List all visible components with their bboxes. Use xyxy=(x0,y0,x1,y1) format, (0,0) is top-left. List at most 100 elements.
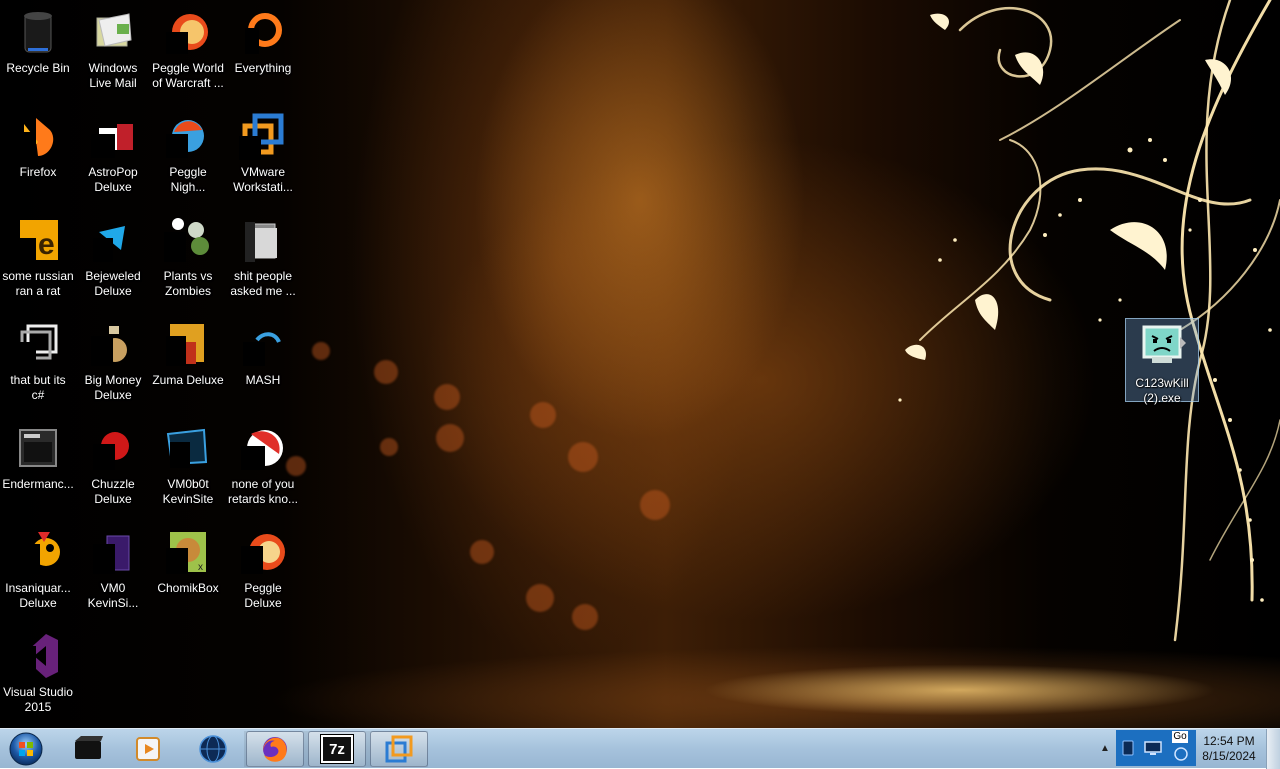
desktop-icon-label: shit people asked me ... xyxy=(230,269,296,298)
endermanch-icon xyxy=(14,424,62,472)
text-file-icon: e xyxy=(14,216,62,264)
desktop-icon-label: Peggle World of Warcraft ... xyxy=(152,61,224,90)
desktop-icon-label: Peggle Deluxe xyxy=(244,581,282,610)
desktop-icon[interactable]: AstroPop Deluxe xyxy=(75,108,151,208)
windows-live-mail-icon xyxy=(89,8,137,56)
desktop-icon-label: Endermanc... xyxy=(2,477,74,491)
desktop-icon[interactable]: e some russian ran a rat xyxy=(0,212,76,312)
desktop-icon[interactable]: that but its c# xyxy=(0,316,76,416)
taskbar: 7z ▲ Go 12:54 PM 8/15/2024 xyxy=(0,728,1280,769)
desktop-icon[interactable]: Plants vs Zombies xyxy=(150,212,226,312)
zuma-icon xyxy=(164,320,212,368)
desktop-icon-label: Windows Live Mail xyxy=(88,61,138,90)
desktop-icon-label: VM0 KevinSi... xyxy=(87,581,139,610)
show-desktop-button[interactable] xyxy=(1266,729,1280,769)
desktop-icon-label: Bejeweled Deluxe xyxy=(85,269,141,298)
desktop-icon[interactable]: VM0b0t KevinSite xyxy=(150,420,226,520)
app-icon xyxy=(239,424,287,472)
clock-date: 8/15/2024 xyxy=(1202,749,1256,763)
vmware-icon xyxy=(239,112,287,160)
firefox-icon xyxy=(14,112,62,160)
desktop-icon[interactable]: Insaniquar... Deluxe xyxy=(0,524,76,624)
google-label: Go xyxy=(1172,731,1188,743)
google-tray-item[interactable]: Go xyxy=(1170,730,1192,766)
desktop-icon[interactable]: VM0 KevinSi... xyxy=(75,524,151,624)
desktop-icon-label: MASH xyxy=(245,373,281,387)
desktop-icon-label: Firefox xyxy=(19,165,57,179)
desktop-icon[interactable]: Endermanc... xyxy=(0,420,76,520)
desktop-icon[interactable]: Windows Live Mail xyxy=(75,4,151,104)
network-drive-icon[interactable] xyxy=(1120,739,1136,757)
globe-icon xyxy=(199,735,227,763)
firefox-icon xyxy=(263,737,287,762)
desktop-icon-label: none of you retards kno... xyxy=(227,477,299,506)
desktop-icon[interactable]: shit people asked me ... xyxy=(225,212,301,312)
vm-icon xyxy=(89,528,137,576)
taskbar-button-globe[interactable] xyxy=(184,731,242,767)
clock-time: 12:54 PM xyxy=(1203,734,1255,748)
insaniquarium-icon xyxy=(14,528,62,576)
chevron-up-icon: ▲ xyxy=(1100,742,1110,754)
desktop-icon[interactable]: MASH xyxy=(225,316,301,416)
clock[interactable]: 12:54 PM 8/15/2024 xyxy=(1196,731,1262,767)
taskbar-button-firefox[interactable] xyxy=(246,731,304,767)
chuzzle-icon xyxy=(89,424,137,472)
desktop-icon[interactable]: Firefox xyxy=(0,108,76,208)
desktop-icon[interactable]: Bejeweled Deluxe xyxy=(75,212,151,312)
desktop-icon[interactable]: none of you retards kno... xyxy=(225,420,301,520)
desktop-icon-label: Big Money Deluxe xyxy=(84,373,142,402)
start-button[interactable] xyxy=(6,731,46,767)
7zip-label: 7z xyxy=(329,740,345,758)
desktop-icon-label: some russian ran a rat xyxy=(2,269,74,298)
vm-folder-icon xyxy=(164,424,212,472)
taskbar-button-vmware[interactable] xyxy=(370,731,428,767)
desktop-icon[interactable]: C123wKill (2).exe xyxy=(1125,318,1199,405)
desktop-icon-label: Visual Studio 2015 xyxy=(3,685,73,714)
desktop-icon[interactable]: Visual Studio 2015 xyxy=(0,628,76,728)
desktop-icon-label: ChomikBox xyxy=(157,581,219,595)
astropop-icon xyxy=(89,112,137,160)
desktop-icon[interactable]: Peggle World of Warcraft ... xyxy=(150,4,226,104)
svg-text:e: e xyxy=(38,228,55,261)
recycle-bin-icon xyxy=(14,8,62,56)
desktop-icon-label: AstroPop Deluxe xyxy=(88,165,138,194)
desktop-icon[interactable]: Chuzzle Deluxe xyxy=(75,420,151,520)
desktop-icon[interactable]: x ChomikBox xyxy=(150,524,226,624)
chomikbox-icon: x xyxy=(164,528,212,576)
7zip-icon: 7z xyxy=(320,734,354,764)
plants-vs-zombies-icon xyxy=(164,216,212,264)
desktop-icon-label: C123wKill (2).exe xyxy=(1135,376,1189,405)
peggle-icon xyxy=(164,8,212,56)
tray-overflow-button[interactable]: ▲ xyxy=(1098,739,1112,757)
desktop-icon-label: Everything xyxy=(234,61,292,75)
desktop-icon[interactable]: Peggle Deluxe xyxy=(225,524,301,624)
desktop-icon[interactable]: Recycle Bin xyxy=(0,4,76,104)
sad-computer-icon xyxy=(1138,323,1186,371)
taskbar-button-media-player[interactable] xyxy=(120,731,178,767)
shortcut-icon xyxy=(14,320,62,368)
mash-icon xyxy=(239,320,287,368)
desktop-icon-label: VMware Workstati... xyxy=(233,165,293,194)
taskbar-button-media[interactable] xyxy=(60,731,118,767)
media-player-icon xyxy=(136,737,160,761)
system-tray: Go xyxy=(1116,730,1196,766)
taskbar-button-7zip[interactable]: 7z xyxy=(308,731,366,767)
big-money-icon xyxy=(89,320,137,368)
bejeweled-icon xyxy=(89,216,137,264)
desktop-icon[interactable]: Everything xyxy=(225,4,301,104)
windows-orb-icon xyxy=(9,732,43,766)
desktop-icon-label: that but its c# xyxy=(10,373,66,402)
peggle-nights-icon xyxy=(164,112,212,160)
everything-search-icon xyxy=(239,8,287,56)
visual-studio-icon xyxy=(14,632,62,680)
desktop[interactable]: Recycle Bin Windows Live Mail Peggle World… xyxy=(0,0,1280,768)
desktop-icon[interactable]: Peggle Nigh... xyxy=(150,108,226,208)
desktop-icon[interactable]: Big Money Deluxe xyxy=(75,316,151,416)
desktop-icon[interactable]: Zuma Deluxe xyxy=(150,316,226,416)
desktop-icon-label: Peggle Nigh... xyxy=(169,165,207,194)
desktop-icon[interactable]: VMware Workstati... xyxy=(225,108,301,208)
volume-icon xyxy=(1174,747,1189,761)
monitor-icon[interactable] xyxy=(1143,739,1163,757)
desktop-icon-label: Zuma Deluxe xyxy=(152,373,224,387)
desktop-icon-label: Recycle Bin xyxy=(6,61,70,75)
